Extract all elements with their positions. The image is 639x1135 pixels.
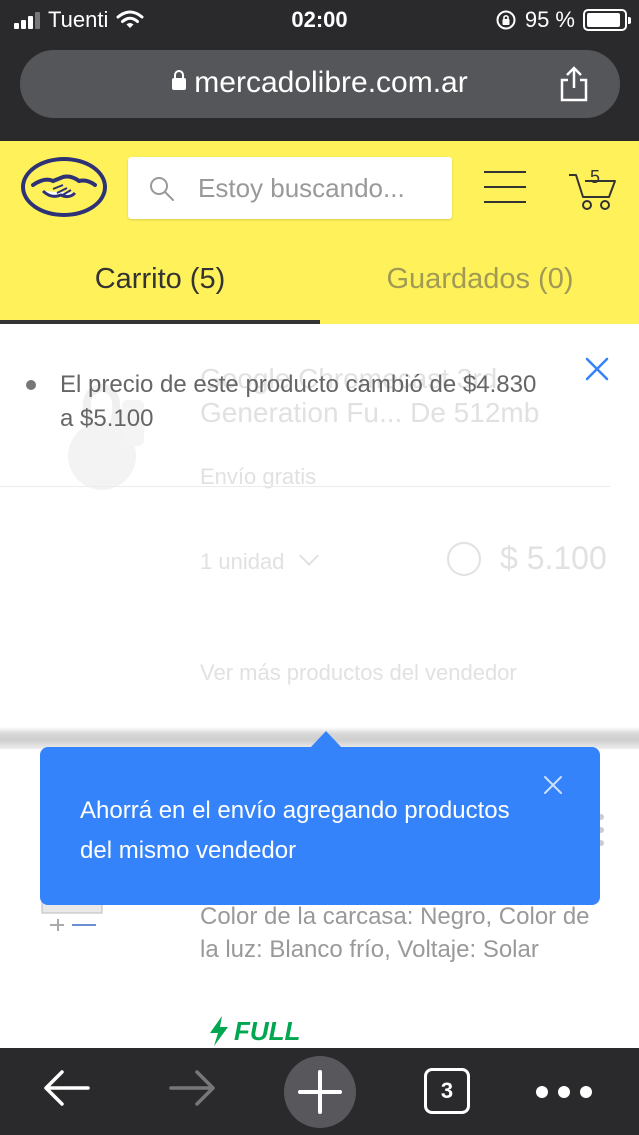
battery-percentage: 95 %: [524, 7, 575, 32]
new-tab-button[interactable]: [284, 1056, 356, 1128]
bullet-icon: [26, 380, 36, 390]
lightning-icon: [210, 1016, 228, 1046]
search-icon: [150, 177, 174, 201]
url-text: mercadolibre.com.ar: [194, 66, 468, 99]
search-input[interactable]: [198, 157, 446, 219]
product-attributes: Color de la carcasa: Negro, Color de la …: [200, 903, 590, 963]
menu-icon[interactable]: [484, 171, 526, 205]
more-menu-icon[interactable]: [536, 1086, 592, 1098]
search-box[interactable]: [128, 157, 452, 219]
price-change-notice: El precio de este producto cambió de $4.…: [0, 324, 639, 724]
tabs-count-button[interactable]: 3: [424, 1068, 470, 1114]
forward-arrow-icon[interactable]: [167, 1066, 219, 1110]
address-bar[interactable]: mercadolibre.com.ar: [20, 50, 620, 118]
status-bar: Tuenti 02:00 95 %: [0, 0, 639, 42]
full-badge-label: FULL: [234, 1015, 301, 1046]
full-shipping-badge: FULL: [208, 1014, 300, 1048]
cart-count-badge: 5: [590, 167, 601, 187]
shipping-tip-tooltip: Ahorrá en el envío agregando productos d…: [40, 731, 600, 905]
close-notice-icon[interactable]: [583, 355, 611, 383]
tab-guardados[interactable]: Guardados (0): [320, 241, 639, 324]
close-tooltip-icon[interactable]: [542, 774, 564, 796]
tab-carrito[interactable]: Carrito (5): [0, 241, 320, 324]
price-change-message: El precio de este producto cambió de $4.…: [60, 371, 537, 432]
share-icon[interactable]: [554, 64, 594, 104]
mercadolibre-logo[interactable]: [19, 155, 109, 219]
tooltip-message: Ahorrá en el envío agregando productos d…: [80, 797, 510, 864]
lock-icon: [172, 70, 187, 90]
browser-toolbar: 3: [0, 1048, 639, 1135]
cart-tabs: Carrito (5) Guardados (0): [0, 241, 639, 324]
rotation-lock-icon: [496, 10, 516, 30]
battery-icon: [583, 9, 631, 31]
browser-top-chrome: Tuenti 02:00 95 % mercadolibre.com.ar: [0, 0, 639, 141]
plus-icon: [298, 1070, 342, 1114]
cart-content: Google Chromecast 3rd Generation Fu... D…: [0, 324, 639, 1048]
site-header: 5 Carrito (5) Guardados (0): [0, 141, 639, 324]
back-arrow-icon[interactable]: [40, 1066, 92, 1110]
